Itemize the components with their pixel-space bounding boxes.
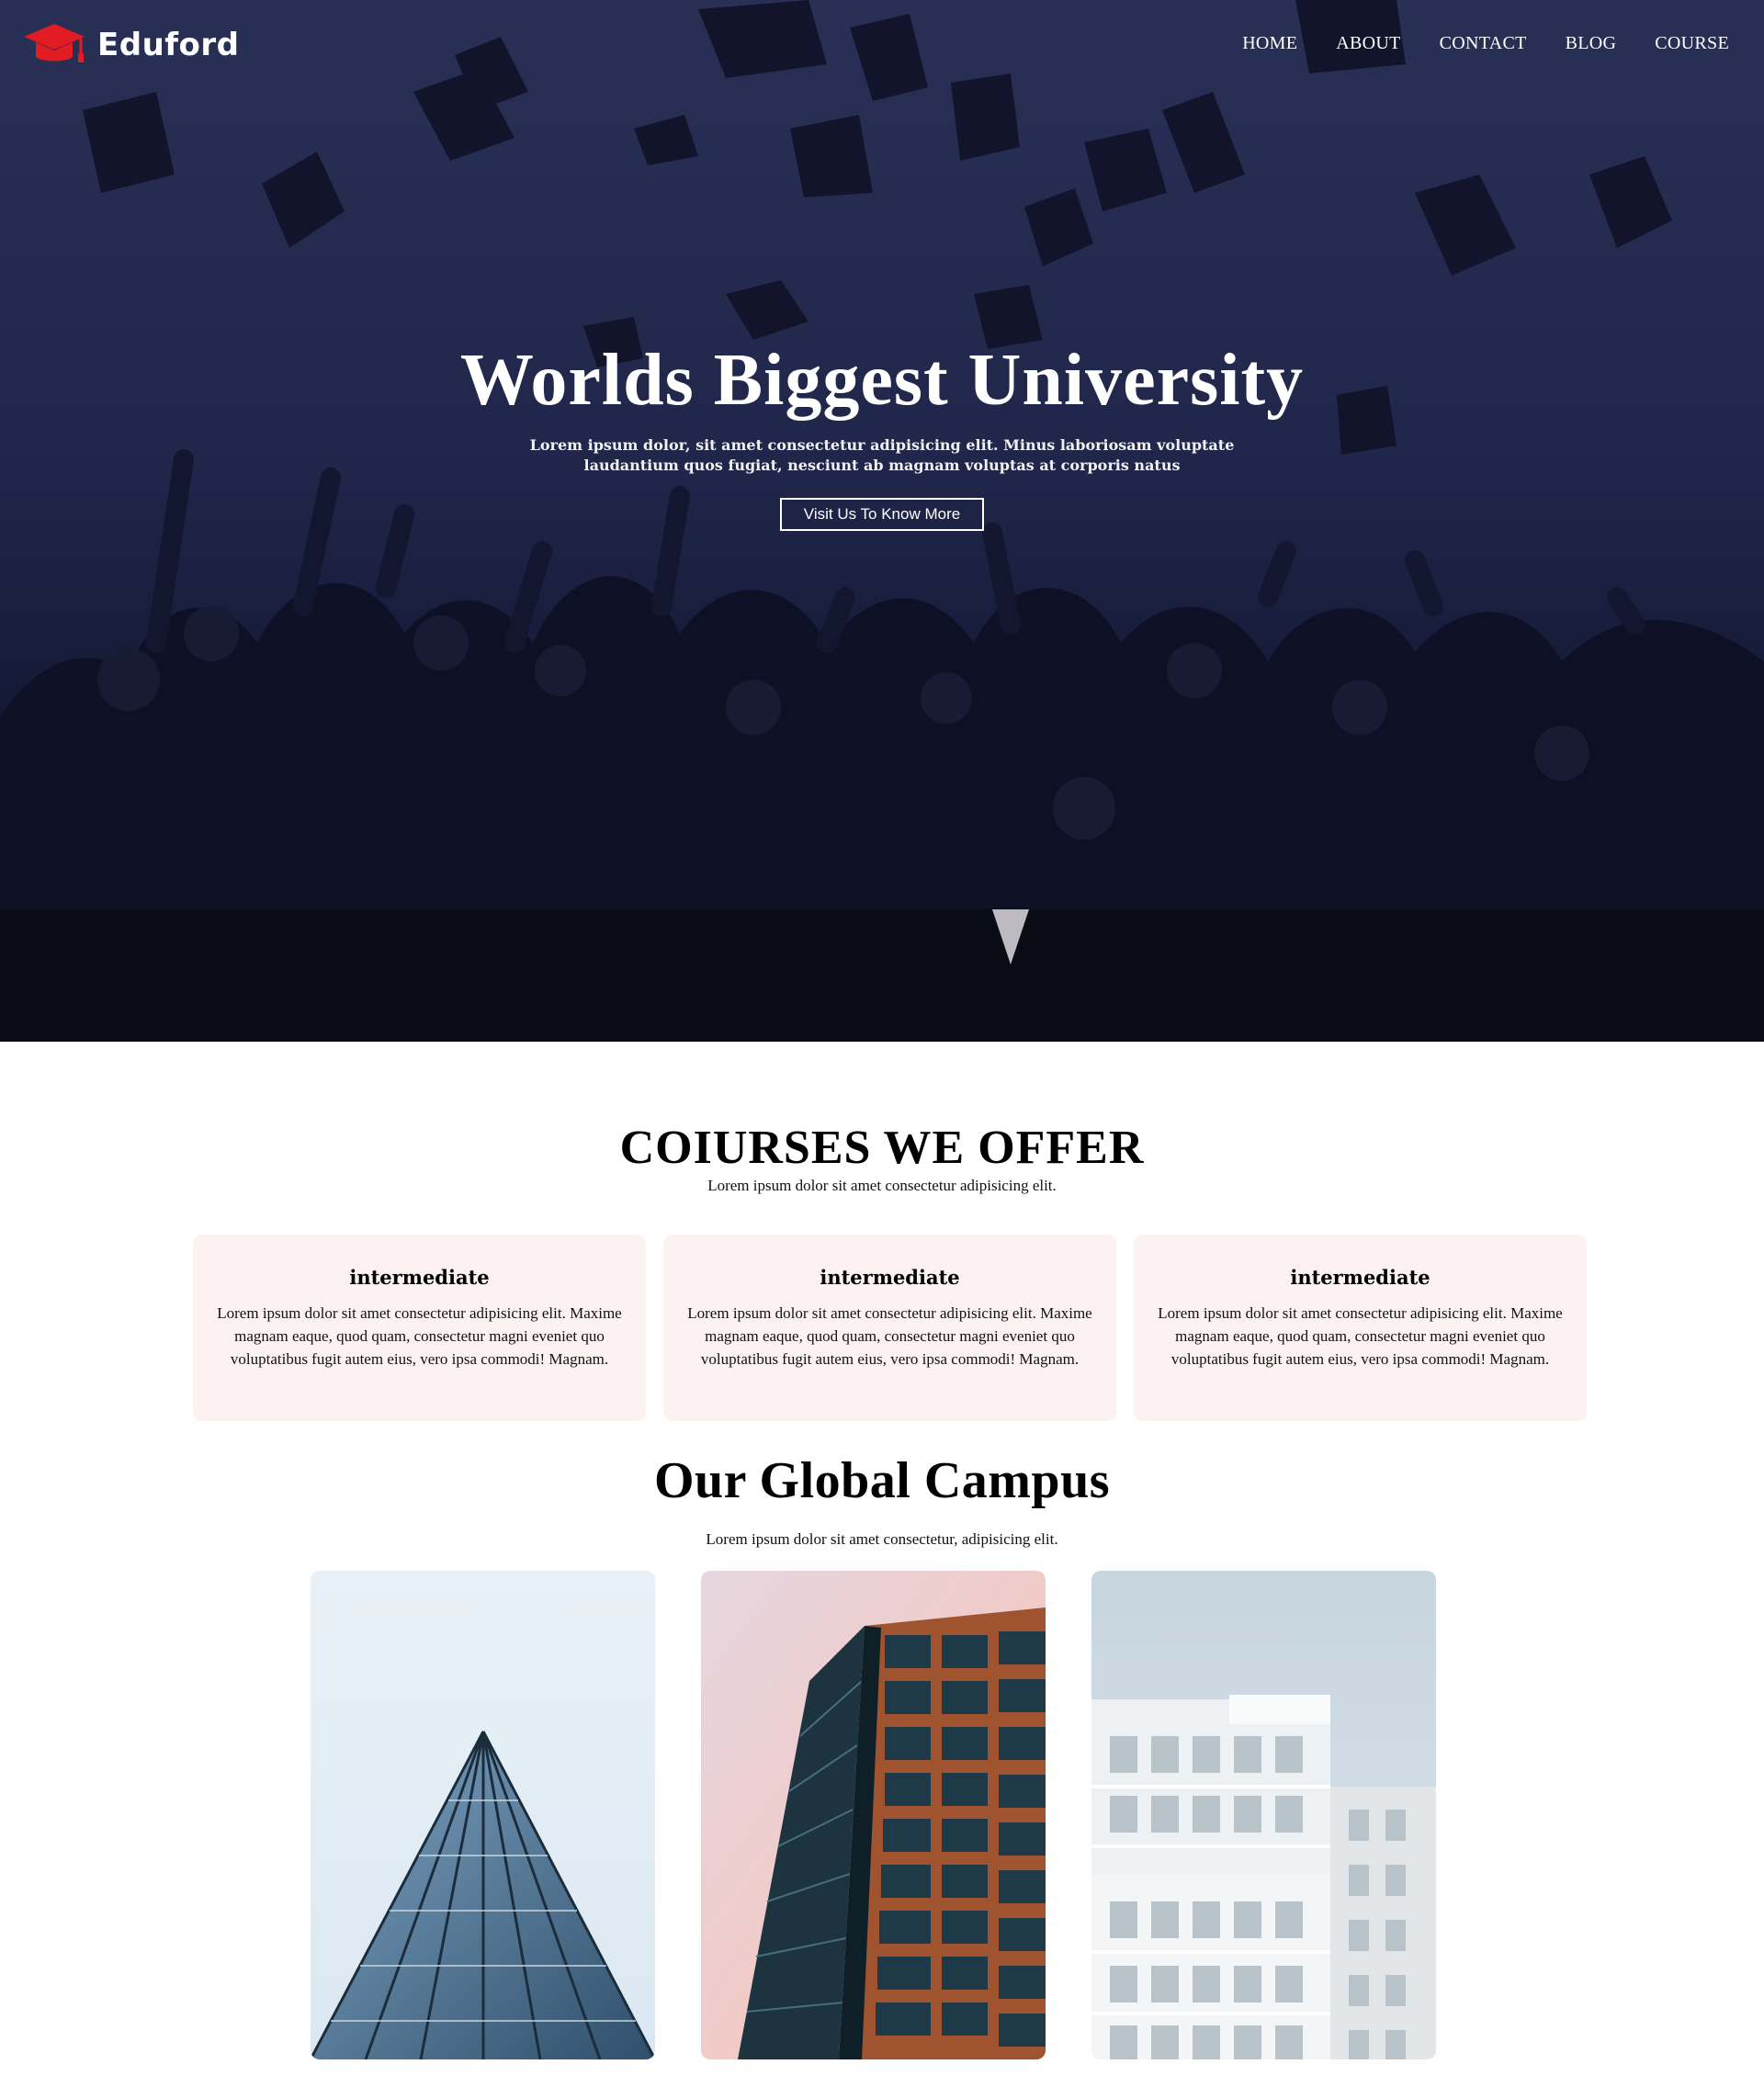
- campus-photo[interactable]: [311, 1571, 655, 2059]
- course-card-title: intermediate: [820, 1266, 960, 1289]
- nav-blog[interactable]: BLOG: [1566, 33, 1617, 54]
- course-card-text: Lorem ipsum dolor sit amet consectetur a…: [687, 1304, 1092, 1368]
- course-card-title: intermediate: [1290, 1266, 1430, 1289]
- nav-contact[interactable]: CONTACT: [1440, 33, 1527, 54]
- course-card-text: Lorem ipsum dolor sit amet consectetur a…: [217, 1304, 622, 1368]
- campus-title: Our Global Campus: [653, 1452, 1111, 1509]
- brand-logo[interactable]: Eduford: [22, 17, 240, 73]
- courses-title: COIURSES WE OFFER: [619, 1122, 1145, 1174]
- white-modern-building-image: [1091, 1571, 1436, 2059]
- hero-bottom-strip: [0, 909, 1764, 1042]
- glass-tower-building-image: [701, 1571, 1046, 2059]
- campus-gallery: [311, 1571, 1436, 2059]
- campus-subtitle: Lorem ipsum dolor sit amet consectetur, …: [706, 1530, 1058, 1548]
- visit-us-button[interactable]: Visit Us To Know More: [779, 498, 985, 531]
- campus-photo[interactable]: [1091, 1571, 1436, 2059]
- course-card[interactable]: intermediate Lorem ipsum dolor sit amet …: [1134, 1235, 1587, 1421]
- course-card[interactable]: intermediate Lorem ipsum dolor sit amet …: [663, 1235, 1116, 1421]
- hero-title: Worlds Biggest University: [459, 340, 1305, 421]
- nav-about[interactable]: ABOUT: [1336, 33, 1400, 54]
- course-card-text: Lorem ipsum dolor sit amet consectetur a…: [1158, 1304, 1563, 1368]
- hero-subtitle: Lorem ipsum dolor, sit amet consectetur …: [529, 436, 1235, 474]
- nav-course[interactable]: COURSE: [1655, 33, 1729, 54]
- campus-section: Our Global Campus Lorem ipsum dolor sit …: [0, 1451, 1764, 1549]
- courses-section: COIURSES WE OFFER Lorem ipsum dolor sit …: [0, 1121, 1764, 1195]
- course-card-title: intermediate: [349, 1266, 490, 1289]
- hero-section: Eduford HOME ABOUT CONTACT BLOG COURSE W…: [0, 0, 1764, 1042]
- courses-subtitle: Lorem ipsum dolor sit amet consectetur a…: [707, 1177, 1057, 1194]
- brand-name: Eduford: [97, 27, 240, 63]
- graduation-cap-icon: [24, 24, 85, 62]
- course-cards: intermediate Lorem ipsum dolor sit amet …: [193, 1235, 1587, 1421]
- main-nav: HOME ABOUT CONTACT BLOG COURSE: [1242, 33, 1729, 54]
- campus-photo[interactable]: [701, 1571, 1046, 2059]
- glass-pyramid-building-image: [311, 1571, 655, 2059]
- course-card[interactable]: intermediate Lorem ipsum dolor sit amet …: [193, 1235, 646, 1421]
- hero-content: Worlds Biggest University Lorem ipsum do…: [0, 338, 1764, 531]
- nav-home[interactable]: HOME: [1242, 33, 1297, 54]
